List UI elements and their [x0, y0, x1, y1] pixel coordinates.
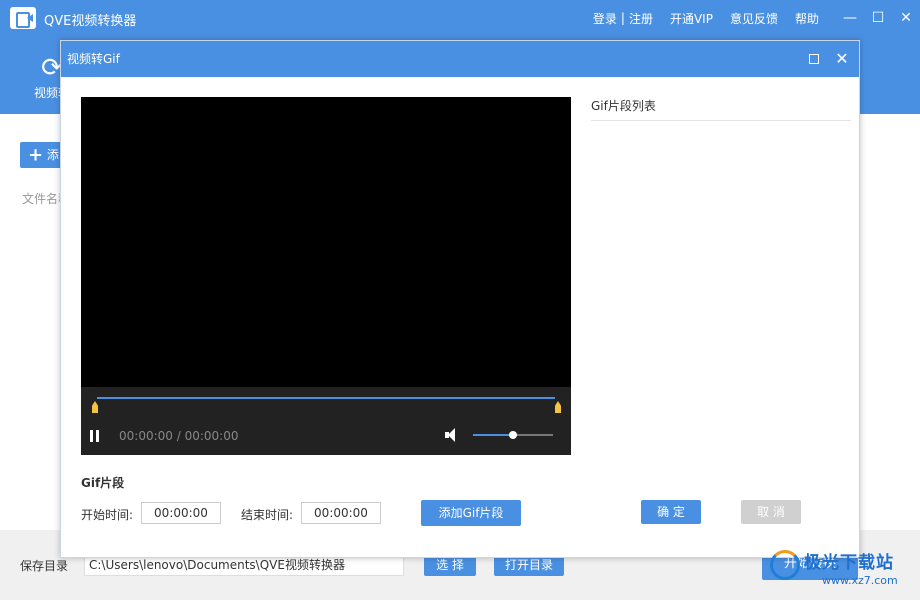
- dialog-close-icon[interactable]: ✕: [833, 49, 851, 69]
- time-display: 00:00:00 / 00:00:00: [119, 429, 239, 443]
- start-time-input[interactable]: 00:00:00: [141, 502, 221, 524]
- volume-slider[interactable]: [473, 431, 553, 439]
- login-separator: |: [620, 11, 625, 25]
- vip-link[interactable]: 开通VIP: [670, 10, 713, 27]
- start-time-label: 开始时间:: [81, 508, 134, 522]
- minimize-button[interactable]: —: [836, 0, 864, 36]
- watermark-text: 极光下载站: [804, 553, 894, 573]
- add-gif-segment-button[interactable]: 添加Gif片段: [421, 500, 521, 526]
- gif-segment-title: Gif片段: [81, 476, 125, 490]
- cancel-button[interactable]: 取 消: [741, 500, 801, 524]
- dialog-titlebar: 视频转Gif ✕: [61, 41, 859, 77]
- end-time-label: 结束时间:: [241, 508, 294, 522]
- ok-button[interactable]: 确 定: [641, 500, 701, 524]
- site-watermark: 极光下载站 www.xz7.com: [770, 546, 920, 598]
- watermark-url: www.xz7.com: [822, 574, 898, 587]
- dialog-title: 视频转Gif: [67, 52, 120, 66]
- save-dir-label: 保存目录: [20, 559, 69, 573]
- feedback-link[interactable]: 意见反馈: [730, 10, 778, 27]
- help-link[interactable]: 帮助: [795, 10, 819, 27]
- gif-list-header: Gif片段列表: [591, 97, 851, 121]
- pause-icon[interactable]: [89, 430, 101, 442]
- app-title: QVE视频转换器: [44, 14, 137, 29]
- header-links: 登录 | 注册 开通VIP 意见反馈 帮助 — ☐ ✕: [593, 0, 920, 36]
- volume-knob[interactable]: [509, 431, 517, 439]
- plus-icon: +: [28, 144, 44, 166]
- volume-icon[interactable]: [445, 428, 461, 442]
- watermark-logo-icon: [770, 550, 800, 580]
- video-to-gif-dialog: 视频转Gif ✕ 00:00:00 / 00:00:00 Gif片段列表 Gif…: [60, 40, 860, 558]
- login-link[interactable]: 登录: [593, 10, 617, 27]
- close-button[interactable]: ✕: [892, 0, 920, 36]
- video-player[interactable]: 00:00:00 / 00:00:00: [81, 97, 571, 455]
- main-titlebar: QVE视频转换器 登录 | 注册 开通VIP 意见反馈 帮助 — ☐ ✕: [0, 0, 920, 36]
- register-link[interactable]: 注册: [629, 10, 653, 27]
- start-marker-handle[interactable]: [92, 401, 98, 413]
- add-file-label: 添: [46, 148, 59, 162]
- timeline-track[interactable]: [97, 397, 555, 399]
- maximize-button[interactable]: ☐: [864, 0, 892, 36]
- dialog-maximize-icon[interactable]: [805, 49, 823, 69]
- player-controls: 00:00:00 / 00:00:00: [81, 387, 571, 455]
- end-time-input[interactable]: 00:00:00: [301, 502, 381, 524]
- app-logo-icon: [10, 7, 36, 29]
- end-marker-handle[interactable]: [555, 401, 561, 413]
- volume-fill: [473, 434, 513, 436]
